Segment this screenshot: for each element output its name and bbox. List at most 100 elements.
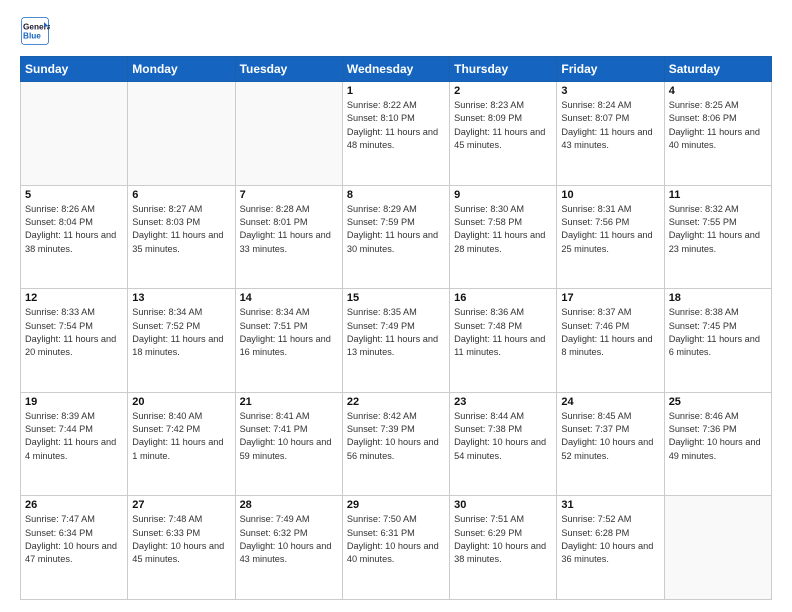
day-info: Sunrise: 7:52 AM Sunset: 6:28 PM Dayligh… <box>561 513 659 566</box>
day-info: Sunrise: 7:49 AM Sunset: 6:32 PM Dayligh… <box>240 513 338 566</box>
weekday-header-tuesday: Tuesday <box>235 57 342 82</box>
week-row-1: 1 Sunrise: 8:22 AM Sunset: 8:10 PM Daylig… <box>21 82 772 186</box>
day-info: Sunrise: 8:27 AM Sunset: 8:03 PM Dayligh… <box>132 203 230 256</box>
calendar-cell: 20Sunrise: 8:40 AM Sunset: 7:42 PM Dayli… <box>128 392 235 496</box>
weekday-header-sunday: Sunday <box>21 57 128 82</box>
day-info: Sunrise: 8:29 AM Sunset: 7:59 PM Dayligh… <box>347 203 445 256</box>
calendar-cell: 10 Sunrise: 8:31 AM Sunset: 7:56 PM Dayli… <box>557 185 664 289</box>
calendar-cell: 25 Sunrise: 8:46 AM Sunset: 7:36 PM Dayli… <box>664 392 771 496</box>
calendar-cell: 18 Sunrise: 8:38 AM Sunset: 7:45 PM Dayli… <box>664 289 771 393</box>
weekday-header-wednesday: Wednesday <box>342 57 449 82</box>
day-info: Sunrise: 8:32 AM Sunset: 7:55 PM Dayligh… <box>669 203 767 256</box>
calendar-cell: 28 Sunrise: 7:49 AM Sunset: 6:32 PM Dayli… <box>235 496 342 600</box>
day-info: Sunrise: 8:30 AM Sunset: 7:58 PM Dayligh… <box>454 203 552 256</box>
day-number: 2 <box>454 85 552 97</box>
calendar-cell: 13 Sunrise: 8:34 AM Sunset: 7:52 PM Dayli… <box>128 289 235 393</box>
day-info: Sunrise: 8:22 AM Sunset: 8:10 PM Dayligh… <box>347 99 445 152</box>
day-number: 21 <box>240 396 338 408</box>
calendar-cell: 23Sunrise: 8:44 AM Sunset: 7:38 PM Dayli… <box>450 392 557 496</box>
day-number: 1 <box>347 85 445 97</box>
page: General Blue SundayMondayTuesdayWednesda… <box>0 0 792 612</box>
svg-text:Blue: Blue <box>23 32 41 41</box>
day-info: Sunrise: 8:35 AM Sunset: 7:49 PM Dayligh… <box>347 306 445 359</box>
calendar-cell: 8 Sunrise: 8:29 AM Sunset: 7:59 PM Daylig… <box>342 185 449 289</box>
day-number: 22 <box>347 396 445 408</box>
calendar-cell: 16 Sunrise: 8:36 AM Sunset: 7:48 PM Dayli… <box>450 289 557 393</box>
day-number: 30 <box>454 499 552 511</box>
weekday-header-monday: Monday <box>128 57 235 82</box>
day-number: 19 <box>25 396 123 408</box>
day-info: Sunrise: 8:38 AM Sunset: 7:45 PM Dayligh… <box>669 306 767 359</box>
calendar-cell: 17 Sunrise: 8:37 AM Sunset: 7:46 PM Dayli… <box>557 289 664 393</box>
header: General Blue <box>20 16 772 46</box>
day-number: 20 <box>132 396 230 408</box>
day-info: Sunrise: 8:36 AM Sunset: 7:48 PM Dayligh… <box>454 306 552 359</box>
day-info: Sunrise: 8:31 AM Sunset: 7:56 PM Dayligh… <box>561 203 659 256</box>
calendar-cell: 30 Sunrise: 7:51 AM Sunset: 6:29 PM Dayli… <box>450 496 557 600</box>
day-info: Sunrise: 8:45 AM Sunset: 7:37 PM Dayligh… <box>561 410 659 463</box>
day-number: 7 <box>240 189 338 201</box>
logo-icon: General Blue <box>20 16 50 46</box>
day-info: Sunrise: 8:24 AM Sunset: 8:07 PM Dayligh… <box>561 99 659 152</box>
calendar-cell: 21 Sunrise: 8:41 AM Sunset: 7:41 PM Dayli… <box>235 392 342 496</box>
day-number: 16 <box>454 292 552 304</box>
calendar-cell: 9Sunrise: 8:30 AM Sunset: 7:58 PM Daylig… <box>450 185 557 289</box>
day-info: Sunrise: 8:42 AM Sunset: 7:39 PM Dayligh… <box>347 410 445 463</box>
calendar-cell: 24 Sunrise: 8:45 AM Sunset: 7:37 PM Dayli… <box>557 392 664 496</box>
week-row-4: 19 Sunrise: 8:39 AM Sunset: 7:44 PM Dayli… <box>21 392 772 496</box>
calendar-cell: 22 Sunrise: 8:42 AM Sunset: 7:39 PM Dayli… <box>342 392 449 496</box>
day-number: 4 <box>669 85 767 97</box>
calendar-cell: 29 Sunrise: 7:50 AM Sunset: 6:31 PM Dayli… <box>342 496 449 600</box>
calendar-cell: 12 Sunrise: 8:33 AM Sunset: 7:54 PM Dayli… <box>21 289 128 393</box>
day-number: 18 <box>669 292 767 304</box>
day-info: Sunrise: 7:50 AM Sunset: 6:31 PM Dayligh… <box>347 513 445 566</box>
day-info: Sunrise: 8:37 AM Sunset: 7:46 PM Dayligh… <box>561 306 659 359</box>
calendar-cell: 19 Sunrise: 8:39 AM Sunset: 7:44 PM Dayli… <box>21 392 128 496</box>
day-info: Sunrise: 8:26 AM Sunset: 8:04 PM Dayligh… <box>25 203 123 256</box>
weekday-header-thursday: Thursday <box>450 57 557 82</box>
day-number: 15 <box>347 292 445 304</box>
calendar-cell: 3 Sunrise: 8:24 AM Sunset: 8:07 PM Daylig… <box>557 82 664 186</box>
day-info: Sunrise: 8:23 AM Sunset: 8:09 PM Dayligh… <box>454 99 552 152</box>
day-number: 23 <box>454 396 552 408</box>
day-info: Sunrise: 8:39 AM Sunset: 7:44 PM Dayligh… <box>25 410 123 463</box>
day-number: 17 <box>561 292 659 304</box>
day-info: Sunrise: 8:28 AM Sunset: 8:01 PM Dayligh… <box>240 203 338 256</box>
day-number: 29 <box>347 499 445 511</box>
day-info: Sunrise: 7:48 AM Sunset: 6:33 PM Dayligh… <box>132 513 230 566</box>
logo: General Blue <box>20 16 52 46</box>
day-number: 24 <box>561 396 659 408</box>
day-number: 3 <box>561 85 659 97</box>
svg-text:General: General <box>23 23 50 32</box>
calendar-cell <box>235 82 342 186</box>
day-number: 26 <box>25 499 123 511</box>
day-info: Sunrise: 7:47 AM Sunset: 6:34 PM Dayligh… <box>25 513 123 566</box>
day-number: 10 <box>561 189 659 201</box>
calendar-cell: 6 Sunrise: 8:27 AM Sunset: 8:03 PM Daylig… <box>128 185 235 289</box>
day-number: 5 <box>25 189 123 201</box>
day-number: 8 <box>347 189 445 201</box>
day-number: 28 <box>240 499 338 511</box>
calendar-cell: 2 Sunrise: 8:23 AM Sunset: 8:09 PM Daylig… <box>450 82 557 186</box>
calendar-cell: 31Sunrise: 7:52 AM Sunset: 6:28 PM Dayli… <box>557 496 664 600</box>
day-number: 13 <box>132 292 230 304</box>
day-number: 12 <box>25 292 123 304</box>
week-row-5: 26 Sunrise: 7:47 AM Sunset: 6:34 PM Dayli… <box>21 496 772 600</box>
weekday-header-friday: Friday <box>557 57 664 82</box>
calendar-cell: 27Sunrise: 7:48 AM Sunset: 6:33 PM Dayli… <box>128 496 235 600</box>
day-info: Sunrise: 8:41 AM Sunset: 7:41 PM Dayligh… <box>240 410 338 463</box>
calendar-cell: 4 Sunrise: 8:25 AM Sunset: 8:06 PM Daylig… <box>664 82 771 186</box>
calendar-cell: 26 Sunrise: 7:47 AM Sunset: 6:34 PM Dayli… <box>21 496 128 600</box>
day-info: Sunrise: 8:33 AM Sunset: 7:54 PM Dayligh… <box>25 306 123 359</box>
day-info: Sunrise: 8:46 AM Sunset: 7:36 PM Dayligh… <box>669 410 767 463</box>
day-info: Sunrise: 8:25 AM Sunset: 8:06 PM Dayligh… <box>669 99 767 152</box>
day-number: 6 <box>132 189 230 201</box>
calendar-cell: 15 Sunrise: 8:35 AM Sunset: 7:49 PM Dayli… <box>342 289 449 393</box>
calendar-cell: 5 Sunrise: 8:26 AM Sunset: 8:04 PM Daylig… <box>21 185 128 289</box>
day-info: Sunrise: 7:51 AM Sunset: 6:29 PM Dayligh… <box>454 513 552 566</box>
calendar-cell: 14Sunrise: 8:34 AM Sunset: 7:51 PM Dayli… <box>235 289 342 393</box>
day-number: 25 <box>669 396 767 408</box>
calendar-cell: 1 Sunrise: 8:22 AM Sunset: 8:10 PM Daylig… <box>342 82 449 186</box>
calendar-cell: 11Sunrise: 8:32 AM Sunset: 7:55 PM Dayli… <box>664 185 771 289</box>
day-info: Sunrise: 8:34 AM Sunset: 7:52 PM Dayligh… <box>132 306 230 359</box>
